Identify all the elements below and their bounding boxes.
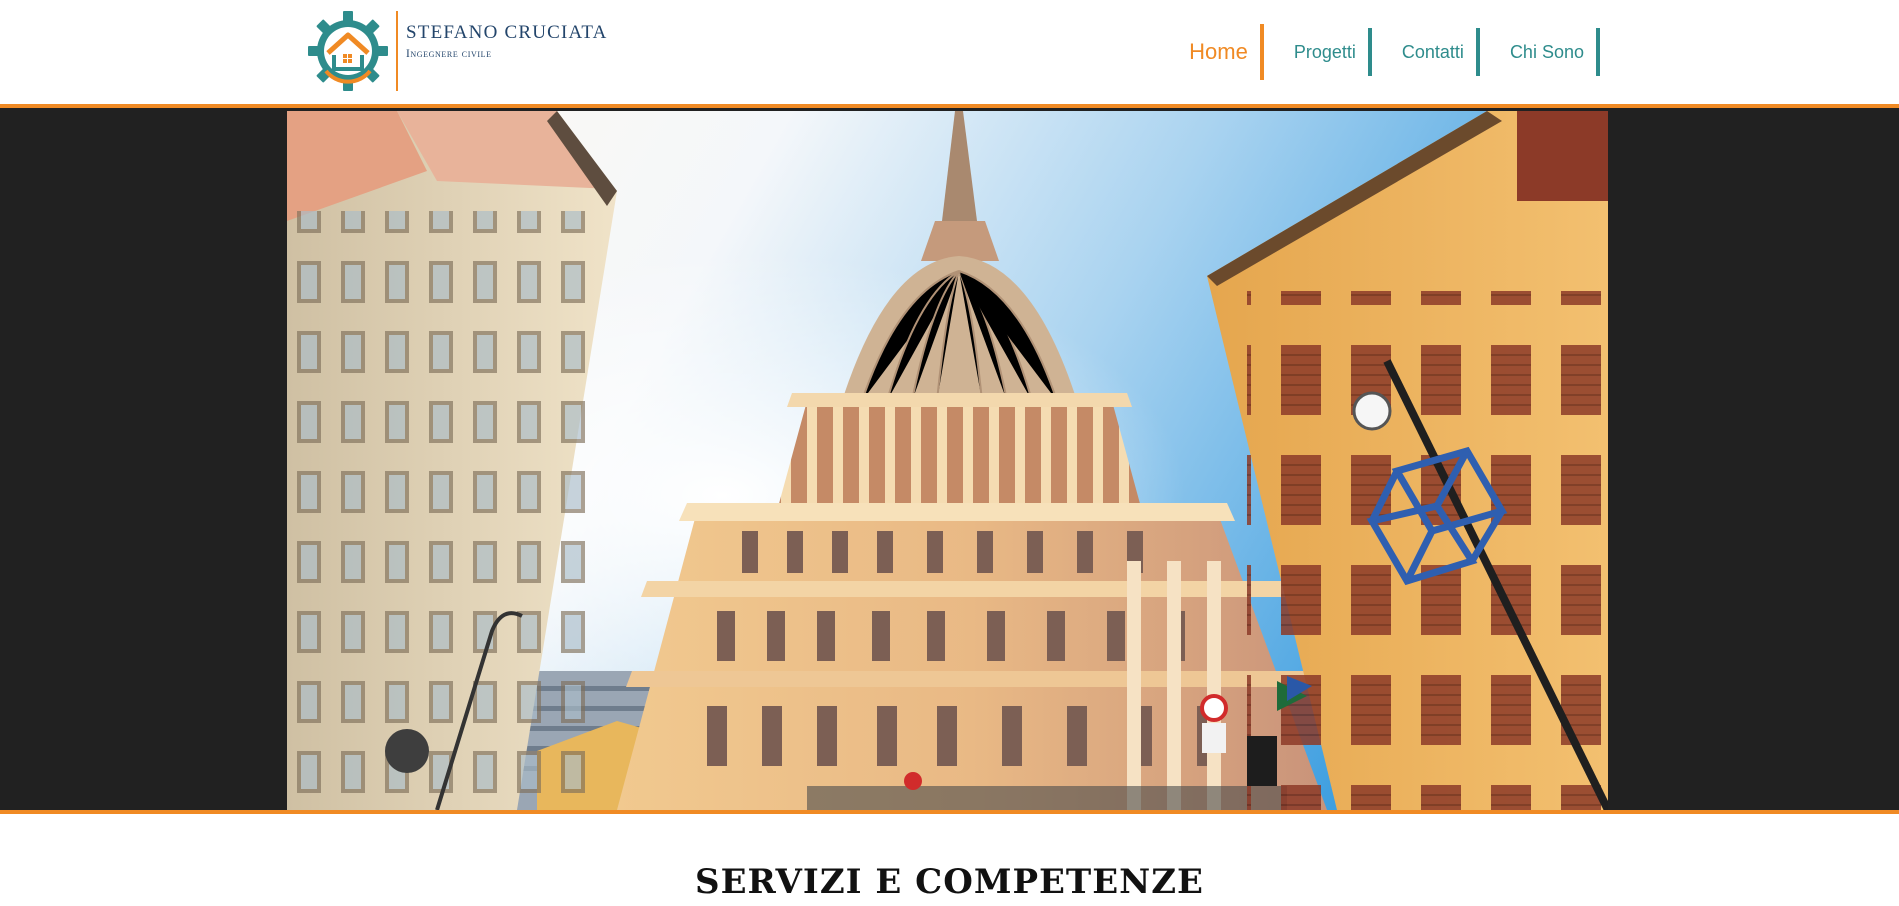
- nav-item-contatti[interactable]: Contatti: [1372, 28, 1480, 76]
- logo-divider: [396, 11, 398, 91]
- brand-name: STEFANO CRUCIATA: [406, 22, 608, 43]
- hero-image: [287, 111, 1608, 810]
- nav-item-chi-sono[interactable]: Chi Sono: [1480, 28, 1600, 76]
- brand-subtitle: Ingegnere civile: [406, 48, 492, 60]
- brand-logo[interactable]: STEFANO CRUCIATA Ingegnere civile: [306, 10, 608, 92]
- brand-text: STEFANO CRUCIATA Ingegnere civile: [406, 22, 608, 60]
- gear-house-logo-icon: [308, 11, 388, 91]
- site-header: STEFANO CRUCIATA Ingegnere civile Home P…: [0, 0, 1899, 108]
- mole-antonelliana-photo: [287, 111, 1608, 810]
- nav-item-progetti[interactable]: Progetti: [1264, 28, 1372, 76]
- nav-item-home[interactable]: Home: [1189, 24, 1264, 80]
- main-nav: Home Progetti Contatti Chi Sono: [1189, 24, 1600, 80]
- section-title: SERVIZI E COMPETENZE: [695, 862, 1204, 902]
- hero-banner: [0, 108, 1899, 814]
